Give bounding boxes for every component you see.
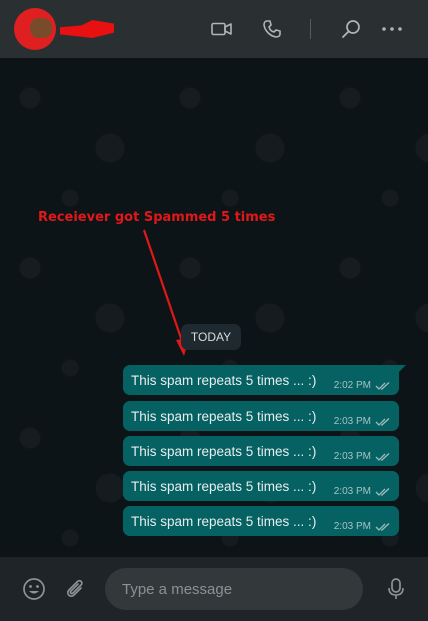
read-ticks-icon [375,382,390,390]
message-input[interactable] [105,568,363,610]
microphone-icon[interactable] [383,576,409,602]
video-call-icon[interactable] [210,17,234,41]
message-bubble[interactable]: This spam repeats 5 times ... :) 2:03 PM [123,471,399,501]
message-text: This spam repeats 5 times ... :) [131,444,317,459]
message-time: 2:03 PM [333,486,371,497]
message-time: 2:02 PM [333,380,371,391]
attach-icon[interactable] [62,576,88,602]
read-ticks-icon [375,453,390,461]
message-bubble[interactable]: This spam repeats 5 times ... :) 2:03 PM [123,506,399,536]
message-text: This spam repeats 5 times ... :) [131,409,317,424]
read-ticks-icon [375,418,390,426]
message-text: This spam repeats 5 times ... :) [131,479,317,494]
message-bubble[interactable]: This spam repeats 5 times ... :) 2:03 PM [123,436,399,466]
read-ticks-icon [375,488,390,496]
message-bubble[interactable]: This spam repeats 5 times ... :) 2:03 PM [123,401,399,431]
search-icon[interactable] [339,17,363,41]
more-options-icon[interactable] [380,17,404,41]
avatar[interactable] [14,8,56,50]
spam-annotation: Receiever got Spammed 5 times [38,210,276,225]
message-composer [0,557,428,621]
date-badge: TODAY [181,324,241,350]
read-ticks-icon [375,523,390,531]
message-time: 2:03 PM [333,521,371,532]
contact-name[interactable] [60,20,114,38]
message-text: This spam repeats 5 times ... :) [131,373,317,388]
header-separator [310,19,311,39]
message-bubble[interactable]: This spam repeats 5 times ... :) 2:02 PM [123,365,406,395]
message-text: This spam repeats 5 times ... :) [131,514,317,529]
chat-header [0,0,428,58]
voice-call-icon[interactable] [260,17,284,41]
message-time: 2:03 PM [333,451,371,462]
message-time: 2:03 PM [333,416,371,427]
emoji-icon[interactable] [21,576,47,602]
